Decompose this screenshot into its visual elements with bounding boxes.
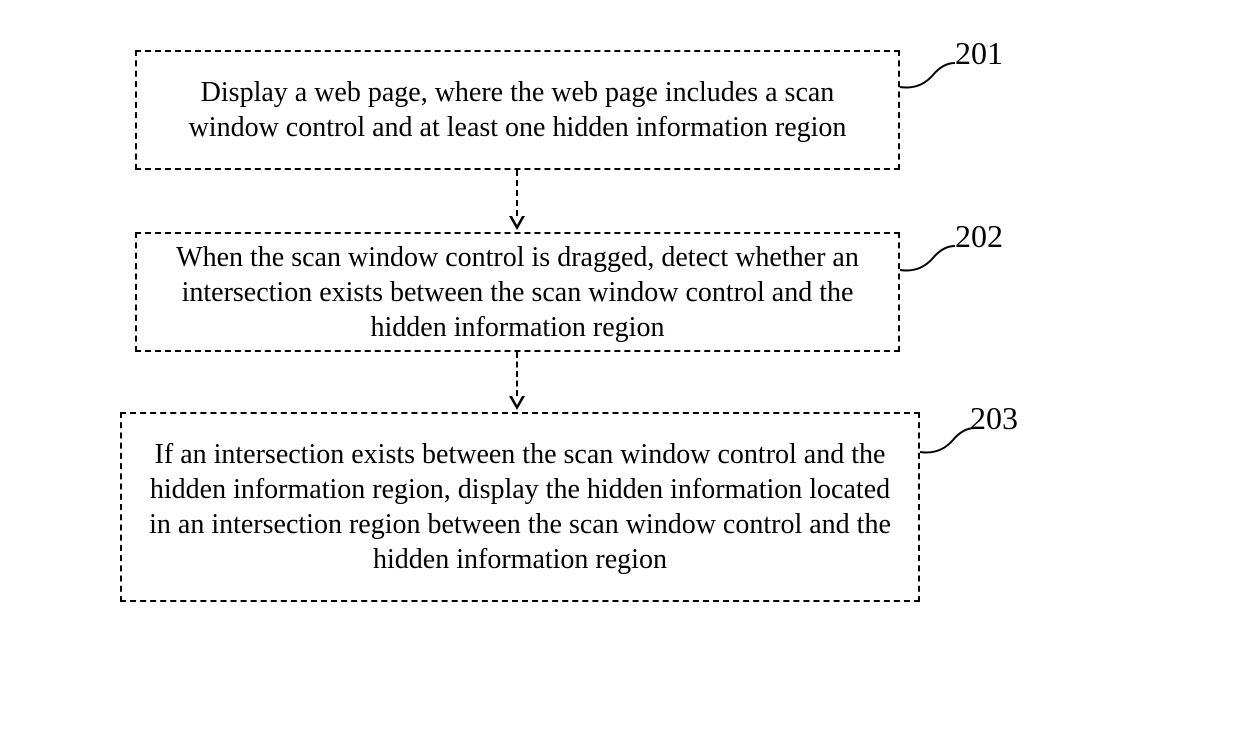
step-text-3: If an intersection exists between the sc…	[142, 437, 898, 577]
callout-2	[895, 238, 965, 278]
step-box-3: If an intersection exists between the sc…	[120, 412, 920, 602]
step-box-1: Display a web page, where the web page i…	[135, 50, 900, 170]
connector-1-2	[509, 170, 525, 230]
arrowhead-icon	[509, 216, 525, 230]
callout-3	[915, 420, 985, 460]
step-text-2: When the scan window control is dragged,…	[157, 240, 878, 345]
step-text-1: Display a web page, where the web page i…	[157, 75, 878, 145]
connector-line	[516, 352, 518, 396]
connector-2-3	[509, 352, 525, 410]
connector-line	[516, 170, 518, 216]
callout-1	[895, 55, 965, 95]
step-box-2: When the scan window control is dragged,…	[135, 232, 900, 352]
flowchart: Display a web page, where the web page i…	[0, 0, 1240, 746]
arrowhead-icon	[509, 396, 525, 410]
